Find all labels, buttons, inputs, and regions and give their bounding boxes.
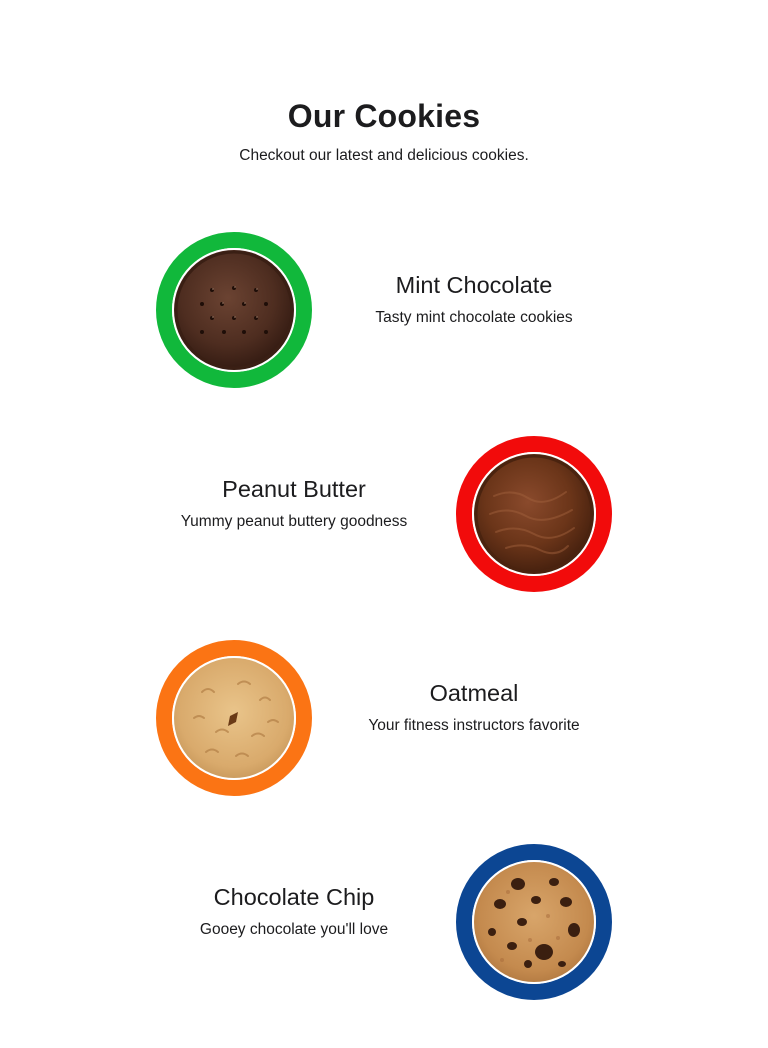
cookie-item-chocolate-chip: Chocolate Chip Gooey chocolate you'll lo… xyxy=(0,844,768,1004)
page-subtitle: Checkout our latest and delicious cookie… xyxy=(239,147,529,164)
cookie-name: Oatmeal xyxy=(429,680,519,706)
cookie-text-chocolate-chip: Chocolate Chip Gooey chocolate you'll lo… xyxy=(144,882,444,940)
peanut-butter-cookie-icon xyxy=(456,436,612,592)
cookie-item-mint-chocolate: Mint Chocolate Tasty mint chocolate cook… xyxy=(0,232,768,392)
cookie-name: Chocolate Chip xyxy=(213,884,375,910)
cookie-item-oatmeal: Oatmeal Your fitness instructors favorit… xyxy=(0,640,768,800)
mint-chocolate-cookie-icon xyxy=(156,232,312,388)
cookie-description: Your fitness instructors favorite xyxy=(368,717,580,734)
cookie-description: Gooey chocolate you'll love xyxy=(199,921,389,938)
page-title: Our Cookies xyxy=(287,98,481,134)
cookie-text-peanut-butter: Peanut Butter Yummy peanut buttery goodn… xyxy=(144,474,444,532)
cookie-text-mint-chocolate: Mint Chocolate Tasty mint chocolate cook… xyxy=(324,270,624,328)
cookie-text-oatmeal: Oatmeal Your fitness instructors favorit… xyxy=(324,678,624,736)
cookie-name: Mint Chocolate xyxy=(395,272,553,298)
oatmeal-cookie-icon xyxy=(156,640,312,796)
chocolate-chip-cookie-icon xyxy=(456,844,612,1000)
cookie-name: Peanut Butter xyxy=(222,476,366,502)
cookie-item-peanut-butter: Peanut Butter Yummy peanut buttery goodn… xyxy=(0,436,768,596)
cookie-description: Tasty mint chocolate cookies xyxy=(375,309,573,326)
cookie-description: Yummy peanut buttery goodness xyxy=(180,513,408,530)
